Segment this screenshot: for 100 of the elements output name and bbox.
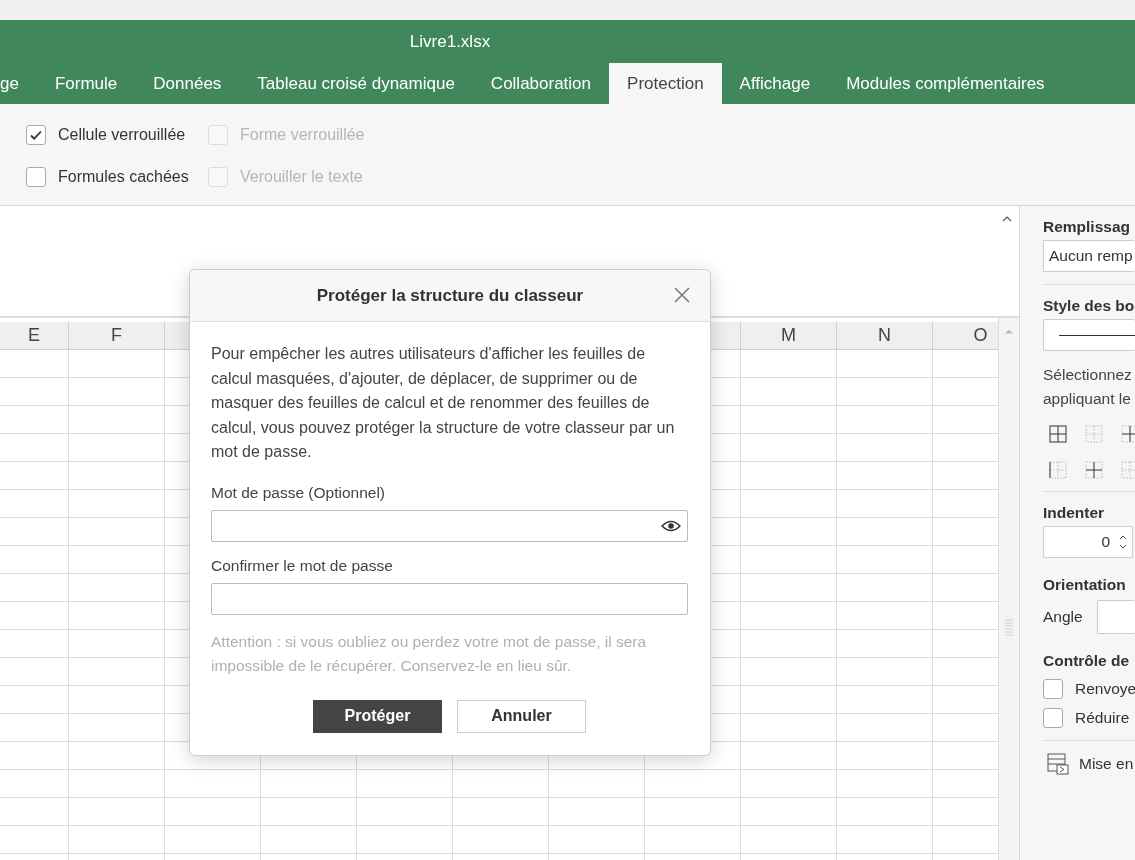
grid-cell[interactable] bbox=[741, 406, 837, 434]
grid-cell[interactable] bbox=[741, 602, 837, 630]
collapse-icon[interactable] bbox=[1002, 216, 1012, 222]
column-header[interactable]: M bbox=[741, 322, 837, 350]
grid-cell[interactable] bbox=[837, 770, 933, 798]
grid-cell[interactable] bbox=[453, 770, 549, 798]
grid-cell[interactable] bbox=[837, 686, 933, 714]
grid-cell[interactable] bbox=[453, 826, 549, 854]
border-icon[interactable] bbox=[1085, 461, 1103, 479]
format-label[interactable]: Mise en bbox=[1079, 755, 1134, 773]
grid-cell[interactable] bbox=[837, 490, 933, 518]
grid-cell[interactable] bbox=[741, 350, 837, 378]
grid-cell[interactable] bbox=[165, 770, 261, 798]
border-style-dropdown[interactable] bbox=[1043, 319, 1135, 351]
grid-cell[interactable] bbox=[837, 350, 933, 378]
grid-cell[interactable] bbox=[69, 490, 165, 518]
grid-cell[interactable] bbox=[741, 686, 837, 714]
grid-cell[interactable] bbox=[261, 798, 357, 826]
grid-cell[interactable] bbox=[0, 490, 69, 518]
border-icon[interactable] bbox=[1049, 425, 1067, 443]
grid-cell[interactable] bbox=[69, 378, 165, 406]
grid-cell[interactable] bbox=[69, 798, 165, 826]
grid-cell[interactable] bbox=[0, 518, 69, 546]
indent-spinner[interactable]: 0 bbox=[1043, 526, 1133, 558]
cancel-button[interactable]: Annuler bbox=[457, 699, 586, 733]
grid-cell[interactable] bbox=[69, 574, 165, 602]
grid-cell[interactable] bbox=[837, 826, 933, 854]
ribbon-tab[interactable]: Collaboration bbox=[472, 63, 610, 104]
grid-cell[interactable] bbox=[741, 826, 837, 854]
grid-cell[interactable] bbox=[0, 826, 69, 854]
grid-cell[interactable] bbox=[69, 714, 165, 742]
grid-cell[interactable] bbox=[0, 574, 69, 602]
checkbox[interactable] bbox=[26, 167, 46, 187]
grid-cell[interactable] bbox=[549, 770, 645, 798]
grid-cell[interactable] bbox=[837, 462, 933, 490]
grid-cell[interactable] bbox=[69, 686, 165, 714]
column-header[interactable]: F bbox=[69, 322, 165, 350]
grid-cell[interactable] bbox=[837, 434, 933, 462]
grid-cell[interactable] bbox=[741, 490, 837, 518]
input-field[interactable] bbox=[211, 582, 688, 615]
ribbon-tab[interactable]: Tableau croisé dynamique bbox=[239, 63, 473, 104]
grid-cell[interactable] bbox=[0, 686, 69, 714]
grid-cell[interactable] bbox=[741, 546, 837, 574]
grid-cell[interactable] bbox=[69, 630, 165, 658]
ribbon-tab[interactable]: Affichage bbox=[721, 63, 829, 104]
grid-cell[interactable] bbox=[549, 798, 645, 826]
eye-icon[interactable] bbox=[661, 519, 681, 532]
grid-cell[interactable] bbox=[69, 518, 165, 546]
grid-cell[interactable] bbox=[0, 742, 69, 770]
grid-cell[interactable] bbox=[741, 714, 837, 742]
grid-cell[interactable] bbox=[165, 798, 261, 826]
fill-dropdown[interactable]: Aucun remp bbox=[1043, 240, 1135, 272]
grid-cell[interactable] bbox=[741, 630, 837, 658]
grid-cell[interactable] bbox=[69, 462, 165, 490]
grid-cell[interactable] bbox=[837, 798, 933, 826]
grid-cell[interactable] bbox=[741, 742, 837, 770]
grid-cell[interactable] bbox=[0, 658, 69, 686]
grid-cell[interactable] bbox=[69, 350, 165, 378]
grid-cell[interactable] bbox=[0, 434, 69, 462]
grid-cell[interactable] bbox=[165, 826, 261, 854]
grid-cell[interactable] bbox=[0, 714, 69, 742]
grid-cell[interactable] bbox=[0, 770, 69, 798]
grid-cell[interactable] bbox=[837, 546, 933, 574]
grid-cell[interactable] bbox=[69, 602, 165, 630]
checkbox[interactable] bbox=[1043, 679, 1063, 699]
grid-cell[interactable] bbox=[0, 798, 69, 826]
grid-cell[interactable] bbox=[837, 630, 933, 658]
grid-cell[interactable] bbox=[741, 798, 837, 826]
grid-cell[interactable] bbox=[69, 546, 165, 574]
grid-cell[interactable] bbox=[741, 518, 837, 546]
grid-cell[interactable] bbox=[0, 406, 69, 434]
grid-cell[interactable] bbox=[0, 602, 69, 630]
protect-button[interactable]: Protéger bbox=[313, 699, 442, 733]
grid-cell[interactable] bbox=[69, 770, 165, 798]
checkbox[interactable] bbox=[1043, 708, 1063, 728]
ribbon-tab[interactable]: Données bbox=[135, 63, 240, 104]
grid-cell[interactable] bbox=[837, 574, 933, 602]
grid-cell[interactable] bbox=[837, 406, 933, 434]
grid-cell[interactable] bbox=[0, 546, 69, 574]
grid-cell[interactable] bbox=[453, 798, 549, 826]
border-icon[interactable] bbox=[1049, 461, 1067, 479]
scroll-up-arrow-icon[interactable] bbox=[1004, 328, 1014, 334]
grid-cell[interactable] bbox=[741, 770, 837, 798]
grid-cell[interactable] bbox=[357, 826, 453, 854]
grid-cell[interactable] bbox=[837, 378, 933, 406]
input-field[interactable] bbox=[211, 509, 688, 542]
grid-cell[interactable] bbox=[261, 770, 357, 798]
ribbon-tab[interactable]: Modules complémentaires bbox=[828, 63, 1063, 104]
grid-cell[interactable] bbox=[837, 714, 933, 742]
checkbox[interactable] bbox=[26, 125, 46, 145]
grid-cell[interactable] bbox=[741, 434, 837, 462]
table-format-icon[interactable] bbox=[1047, 753, 1069, 775]
column-header[interactable]: O bbox=[933, 322, 998, 350]
grid-cell[interactable] bbox=[741, 658, 837, 686]
grid-cell[interactable] bbox=[549, 826, 645, 854]
grid-cell[interactable] bbox=[645, 770, 741, 798]
grid-cell[interactable] bbox=[741, 378, 837, 406]
grid-cell[interactable] bbox=[0, 630, 69, 658]
grid-cell[interactable] bbox=[69, 406, 165, 434]
grid-cell[interactable] bbox=[741, 574, 837, 602]
